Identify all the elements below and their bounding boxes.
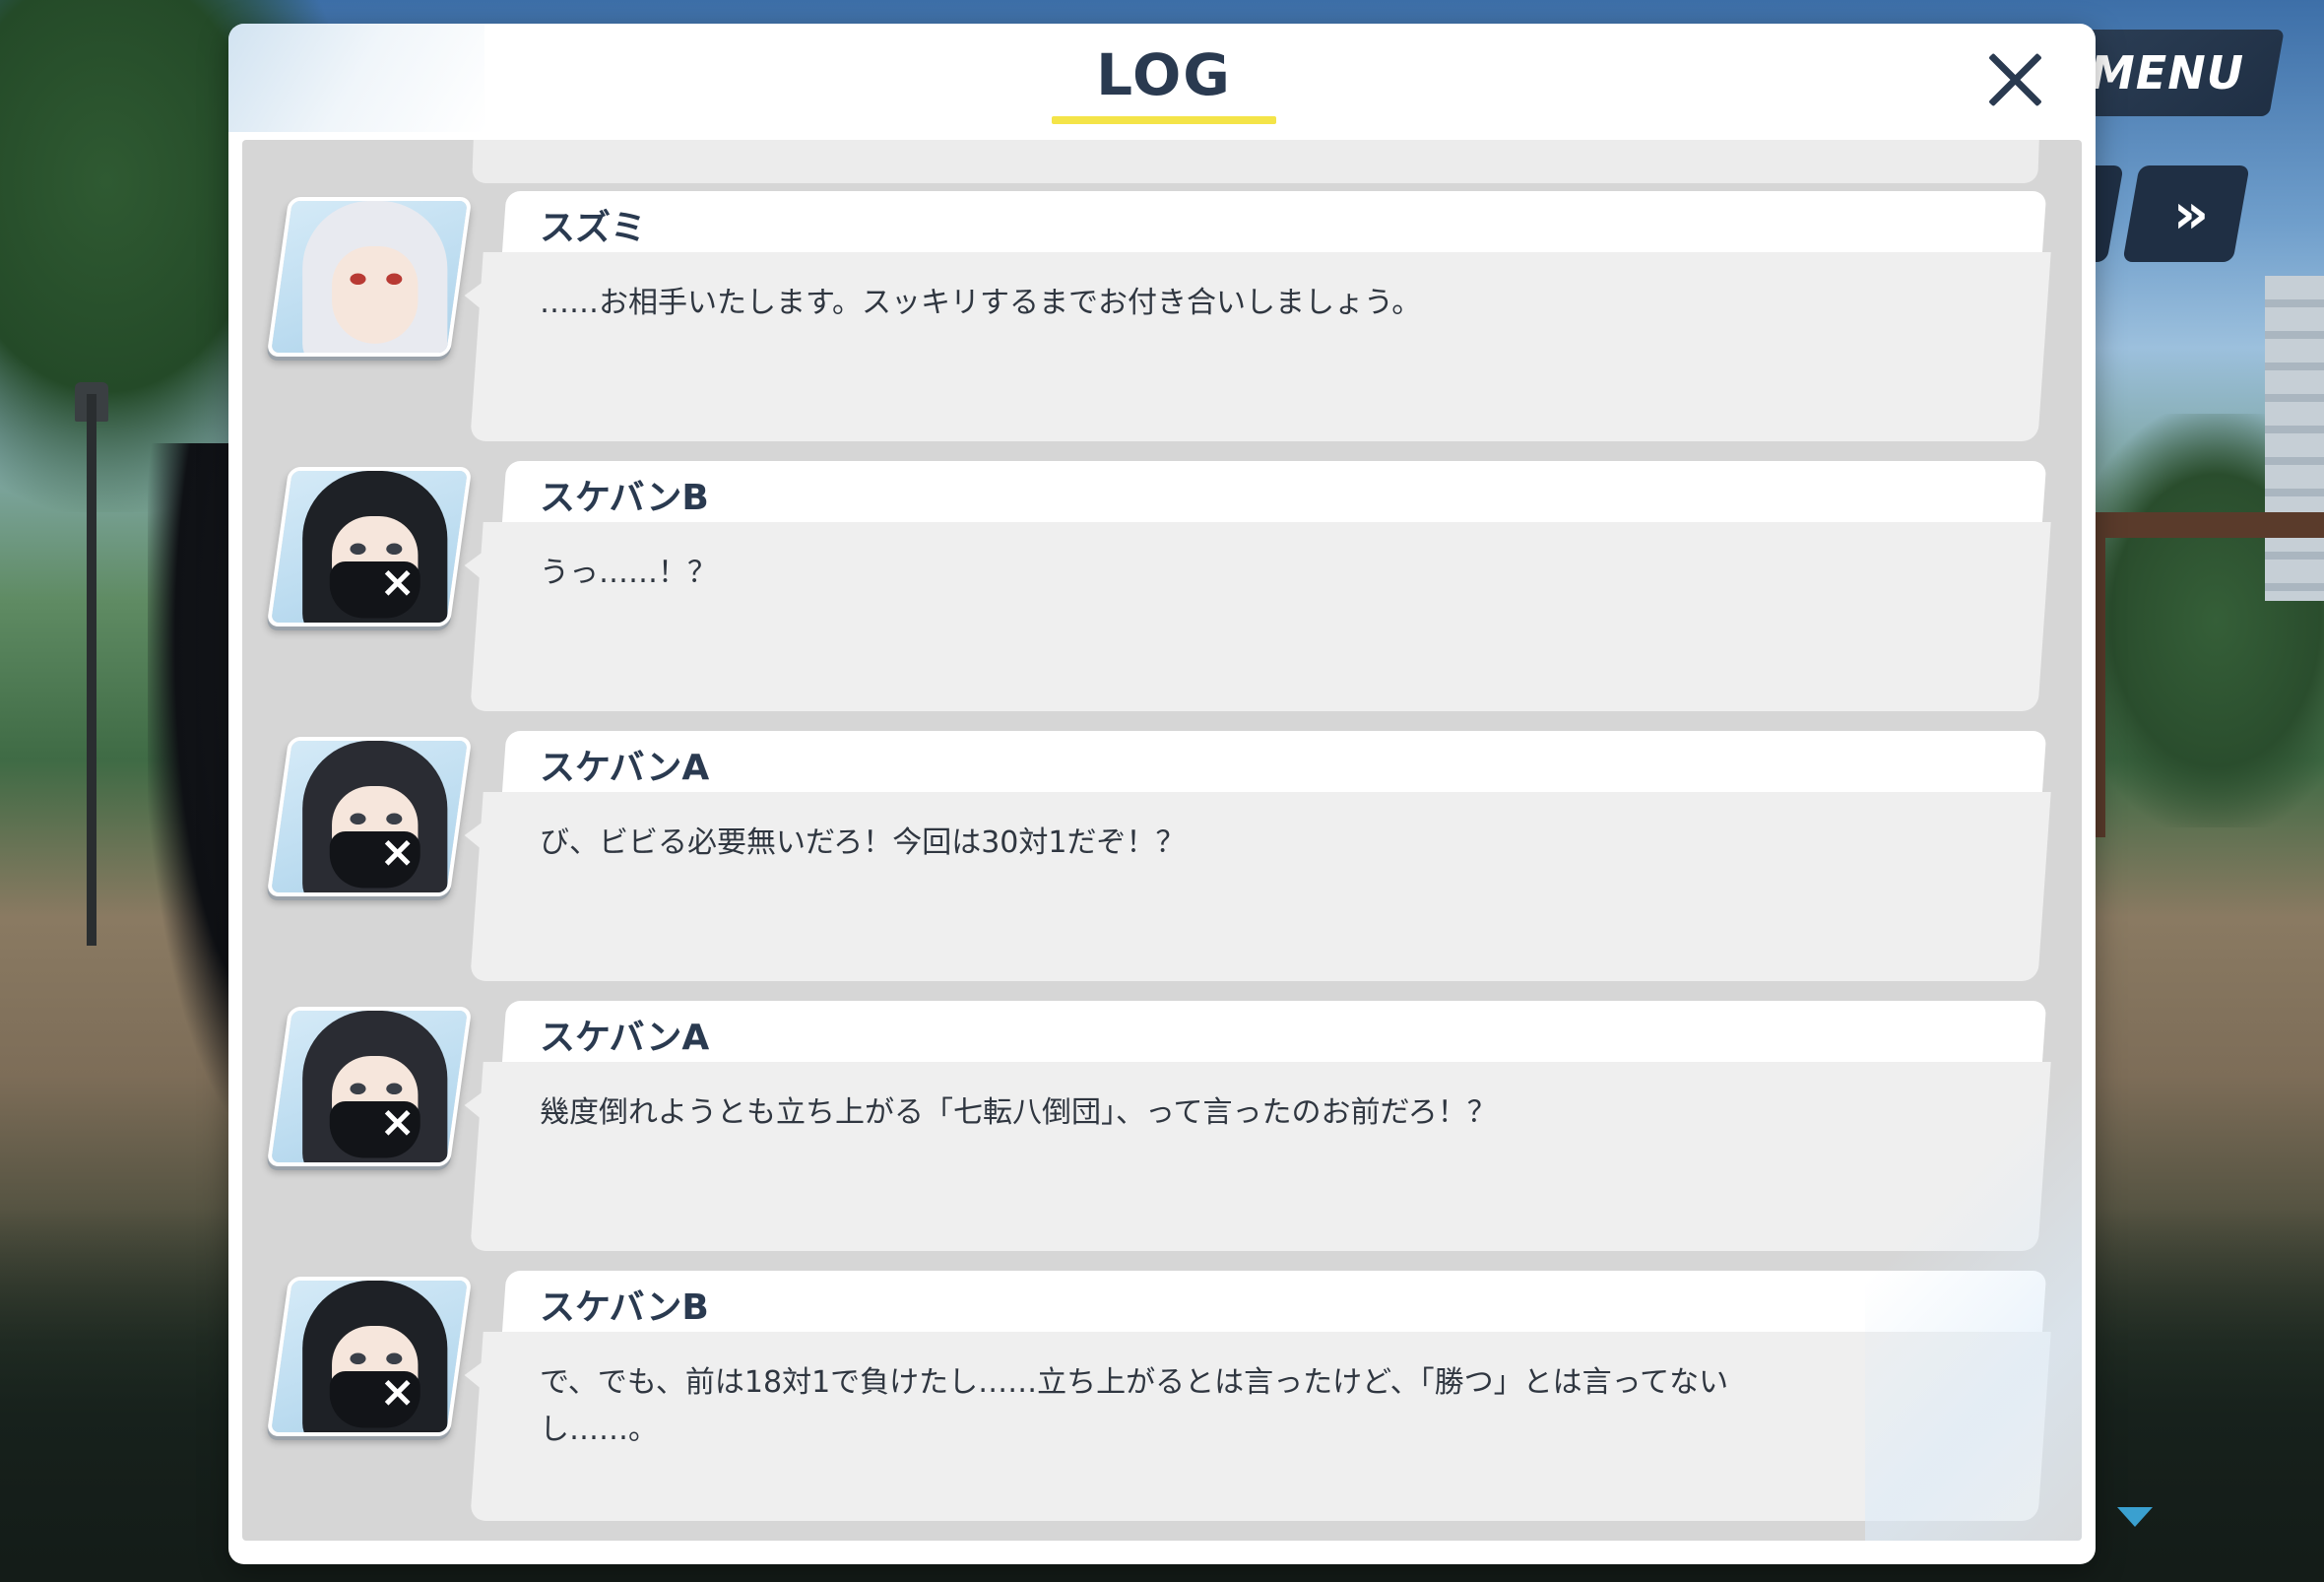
portrait-eye-right: [386, 1352, 403, 1365]
scroll-down-icon[interactable]: [2117, 1507, 2153, 1527]
sukeban-a-portrait: [268, 737, 471, 896]
speaker-name: スズミ: [540, 208, 647, 248]
log-scroll-area[interactable]: スズミ ……お相手いたします。スッキリするまでお付き合いしましょう。 スケバンB: [242, 140, 2082, 1541]
log-entry: スズミ ……お相手いたします。スッキリするまでお付き合いしましょう。: [242, 191, 2082, 449]
portrait-avatar: [266, 1277, 473, 1436]
portrait-eye-left: [350, 1352, 366, 1365]
message-bubble: スケバンB で、でも、前は18対1で負けたし……立ち上がるとは言ったけど、「勝つ…: [470, 1271, 2051, 1521]
message-text: び、ビビる必要無いだろ！今回は30対1だぞ！？: [540, 825, 1186, 860]
speaker-name-tab: [501, 461, 2047, 526]
speaker-name: スケバンA: [540, 1018, 710, 1058]
log-entry: スケバンB うっ……！？: [242, 461, 2082, 719]
message-bubble: スケバンA 幾度倒れようとも立ち上がる「七転八倒団」、って言ったのお前だろ！？: [470, 1001, 2051, 1251]
portrait-eye-right: [386, 543, 403, 556]
speaker-name-tab: [501, 1271, 2047, 1336]
fast-forward-icon: »: [2172, 181, 2200, 246]
sukeban-b-portrait: [268, 467, 471, 626]
message-text: 幾度倒れようとも立ち上がる「七転八倒団」、って言ったのお前だろ！？: [540, 1095, 1497, 1130]
menu-button-label: MENU: [2090, 46, 2245, 99]
park-pergola: [2088, 512, 2324, 837]
log-dialog: LOG スズミ ……お相手いたします。スッキリするまでお付き合いしましょう。 ×…: [228, 24, 2096, 1564]
message-text: で、でも、前は18対1で負けたし……立ち上がるとは言ったけど、「勝つ」とは言って…: [540, 1365, 1729, 1447]
portrait-eye-left: [350, 1083, 366, 1095]
previous-entry-edge: [472, 140, 2039, 183]
message-text: ……お相手いたします。スッキリするまでお付き合いしましょう。: [540, 286, 1422, 320]
sukeban-b-portrait: [268, 1277, 471, 1436]
portrait-avatar: [266, 1007, 473, 1166]
message-bubble: スケバンB うっ……！？: [470, 461, 2051, 711]
log-entry: スケバンA 幾度倒れようとも立ち上がる「七転八倒団」、って言ったのお前だろ！？: [242, 1001, 2082, 1259]
title-underline: [1052, 116, 1276, 124]
speaker-name-tab: [501, 191, 2047, 256]
fast-forward-button[interactable]: »: [2122, 165, 2250, 262]
portrait-eye-left: [350, 813, 366, 825]
speaker-name: スケバンB: [540, 1287, 709, 1328]
speaker-name-tab: [501, 731, 2047, 796]
close-icon[interactable]: [1981, 45, 2050, 114]
sukeban-a-portrait: [268, 1007, 471, 1166]
log-entry: スケバンA び、ビビる必要無いだろ！今回は30対1だぞ！？: [242, 731, 2082, 989]
portrait-eye-right: [386, 813, 403, 825]
suzumi-portrait: [268, 197, 471, 357]
portrait-avatar: [266, 467, 473, 626]
speaker-name: スケバンA: [540, 748, 710, 788]
log-entry: スケバンB で、でも、前は18対1で負けたし……立ち上がるとは言ったけど、「勝つ…: [242, 1271, 2082, 1529]
dialog-title: LOG: [1096, 41, 1232, 108]
portrait-avatar: [266, 737, 473, 896]
portrait-face: [332, 245, 419, 344]
face-mask: [329, 1370, 420, 1428]
face-mask: [329, 1100, 420, 1158]
portrait-eye-left: [350, 543, 366, 556]
speaker-name-tab: [501, 1001, 2047, 1066]
street-lamp-post: [87, 394, 97, 946]
portrait-eye-right: [386, 1083, 403, 1095]
message-text: うっ……！？: [540, 556, 717, 590]
message-bubble: スズミ ……お相手いたします。スッキリするまでお付き合いしましょう。: [470, 191, 2051, 441]
portrait-avatar: [266, 197, 473, 357]
portrait-eye-left: [350, 273, 366, 286]
speaker-name: スケバンB: [540, 478, 709, 518]
message-bubble: スケバンA び、ビビる必要無いだろ！今回は30対1だぞ！？: [470, 731, 2051, 981]
log-dialog-header: LOG: [228, 24, 2096, 134]
portrait-eye-right: [386, 273, 403, 286]
face-mask: [329, 560, 420, 619]
face-mask: [329, 830, 420, 889]
